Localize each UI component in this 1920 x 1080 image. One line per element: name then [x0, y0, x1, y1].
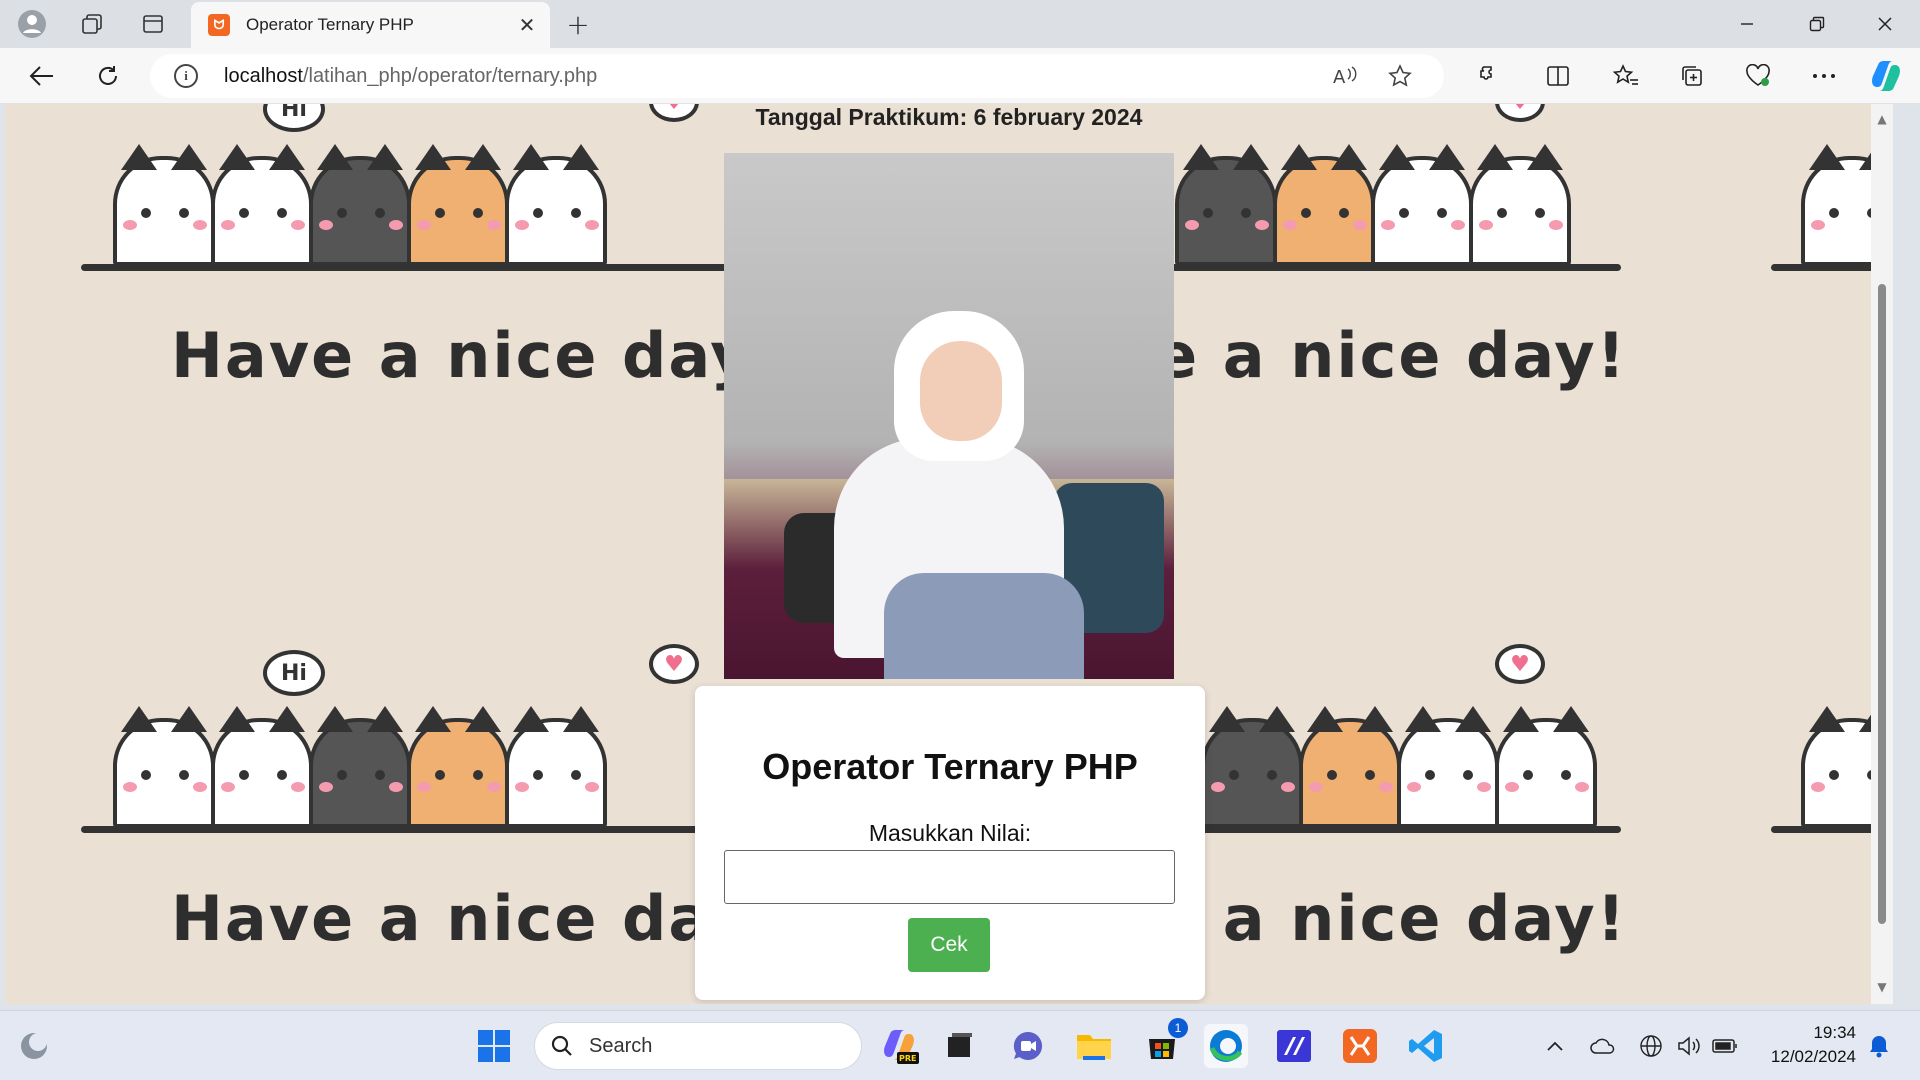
cat-icon — [1397, 706, 1499, 828]
cat-icon — [505, 706, 607, 828]
workspaces-icon[interactable] — [74, 6, 110, 42]
extensions-icon[interactable] — [1468, 56, 1508, 96]
split-screen-icon[interactable] — [1538, 56, 1578, 96]
onedrive-icon[interactable] — [1590, 1033, 1616, 1059]
tab-active[interactable]: ᗢ Operator Ternary PHP ✕ — [191, 2, 550, 48]
volume-icon[interactable] — [1676, 1033, 1702, 1059]
minimize-button[interactable] — [1712, 0, 1782, 48]
cek-button[interactable]: Cek — [908, 918, 990, 972]
have-a-nice-day-text: Have a nice day! — [171, 882, 783, 955]
cat-icon — [1469, 144, 1571, 266]
search-placeholder: Search — [589, 1035, 653, 1057]
heart-bubble-icon: ♥ — [649, 644, 699, 684]
network-icon[interactable] — [1638, 1033, 1664, 1059]
student-photo — [724, 153, 1174, 679]
cat-icon — [407, 144, 509, 266]
teams-chat-icon[interactable] — [1006, 1024, 1050, 1068]
cats-row — [113, 706, 607, 828]
cat-icon — [1201, 706, 1303, 828]
task-view-icon[interactable] — [938, 1024, 982, 1068]
back-icon[interactable] — [22, 56, 62, 96]
more-options-icon[interactable] — [1804, 56, 1844, 96]
read-aloud-icon[interactable]: A — [1326, 56, 1366, 96]
close-icon[interactable]: ✕ — [512, 10, 542, 40]
url-path: /latihan_php/operator/ternary.php — [302, 65, 598, 87]
svg-text:PRE: PRE — [899, 1054, 917, 1063]
copilot-preview-icon[interactable]: PRE — [878, 1024, 922, 1068]
collections-icon[interactable] — [1672, 56, 1712, 96]
xampp-taskbar-icon[interactable] — [1338, 1024, 1382, 1068]
input-label: Masukkan Nilai: — [868, 820, 1032, 846]
cat-icon — [113, 706, 215, 828]
practicum-date: Tanggal Praktikum: 6 february 2024 — [755, 104, 1143, 130]
cat-icon — [1371, 144, 1473, 266]
scroll-up-icon[interactable]: ▲ — [1875, 112, 1889, 126]
ternary-form-card: Operator Ternary PHP Masukkan Nilai: Cek — [695, 686, 1205, 1000]
file-explorer-icon[interactable] — [1072, 1024, 1116, 1068]
cat-icon — [309, 706, 411, 828]
chevron-up-icon[interactable] — [1542, 1033, 1568, 1059]
edge-icon[interactable] — [1204, 1024, 1248, 1068]
address-bar[interactable]: i localhost/latihan_php/operator/ternary… — [150, 54, 1444, 98]
profile-icon[interactable] — [14, 6, 50, 42]
tab-title: Operator Ternary PHP — [246, 15, 414, 34]
vertical-tabs-icon[interactable] — [135, 6, 171, 42]
taskbar: Search PRE 1 19:34 12/02/2024 — [0, 1010, 1920, 1080]
clock-date: 12/02/2024 — [1770, 1047, 1856, 1066]
notification-bell-icon[interactable] — [1866, 1033, 1892, 1059]
svg-text:A: A — [1333, 67, 1346, 87]
page-viewport: Hi ♥ ♥ Have a nice day! Have a nice day!… — [5, 104, 1893, 1004]
favorites-icon[interactable] — [1606, 56, 1646, 96]
scroll-thumb[interactable] — [1878, 284, 1886, 924]
url-host: localhost — [224, 65, 303, 87]
cat-icon — [113, 144, 215, 266]
cats-row — [113, 144, 607, 266]
vscode-icon[interactable] — [1404, 1024, 1448, 1068]
battery-icon[interactable] — [1712, 1033, 1738, 1059]
hi-bubble: Hi — [263, 650, 325, 696]
favorite-star-icon[interactable] — [1380, 56, 1420, 96]
cat-icon — [407, 706, 509, 828]
xampp-icon: ᗢ — [208, 14, 230, 36]
search-icon — [551, 1035, 572, 1056]
cat-icon — [1273, 144, 1375, 266]
weather-icon[interactable] — [12, 1024, 56, 1068]
visual-studio-icon[interactable] — [1272, 1024, 1316, 1068]
cat-icon — [1175, 144, 1277, 266]
cat-icon — [211, 706, 313, 828]
notification-badge: 1 — [1168, 1018, 1188, 1038]
cat-icon — [505, 144, 607, 266]
refresh-icon[interactable] — [88, 56, 128, 96]
clock-time: 19:34 — [1813, 1023, 1856, 1042]
close-window-button[interactable] — [1850, 0, 1920, 48]
scroll-down-icon[interactable]: ▼ — [1875, 980, 1889, 994]
heart-bubble-icon: ♥ — [1495, 644, 1545, 684]
browser-toolbar: i localhost/latihan_php/operator/ternary… — [0, 48, 1920, 104]
copilot-icon[interactable] — [1866, 56, 1906, 96]
tab-bar: ᗢ Operator Ternary PHP ✕ + — [0, 0, 1920, 48]
card-title: Operator Ternary PHP — [762, 746, 1138, 787]
new-tab-button[interactable]: + — [560, 6, 596, 42]
restore-button[interactable] — [1782, 0, 1852, 48]
browser-essentials-icon[interactable] — [1738, 56, 1778, 96]
nilai-input[interactable] — [724, 850, 1175, 904]
taskbar-search[interactable]: Search — [534, 1022, 862, 1070]
clock[interactable]: 19:34 12/02/2024 — [1771, 1021, 1856, 1069]
cats-row — [1201, 706, 1597, 828]
start-icon[interactable] — [472, 1024, 516, 1068]
cat-icon — [1495, 706, 1597, 828]
cat-icon — [1299, 706, 1401, 828]
url-text[interactable]: localhost/latihan_php/operator/ternary.p… — [224, 65, 597, 88]
vertical-scrollbar[interactable]: ▲ ▼ — [1871, 104, 1893, 1004]
microsoft-store-icon[interactable]: 1 — [1140, 1018, 1188, 1068]
cats-row — [1175, 144, 1571, 266]
cat-icon — [211, 144, 313, 266]
have-a-nice-day-text: Have a nice day! — [171, 319, 783, 392]
info-icon[interactable]: i — [174, 64, 198, 88]
cat-icon — [309, 144, 411, 266]
